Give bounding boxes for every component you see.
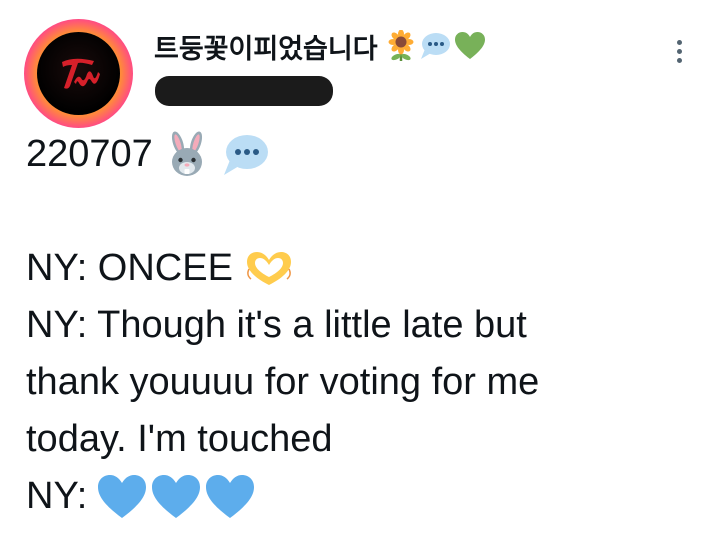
blue-heart-icon	[152, 474, 201, 518]
tweet-line-2: NY: ONCEE	[26, 240, 706, 297]
sunflower-icon	[388, 30, 414, 61]
tweet-line-6-text: NY:	[26, 475, 88, 517]
blue-heart-icon	[206, 474, 255, 518]
more-dot-icon	[676, 39, 682, 45]
tweet-line-4-text: thank youuuu for voting for me	[26, 361, 540, 403]
tweet-line-5: today. I'm touched	[26, 411, 706, 468]
tweet-text: 220707 NY: ONCEE NY: Though it's a littl…	[26, 126, 706, 525]
tweet-line-3: NY: Though it's a little late but	[26, 297, 706, 354]
tweet-line-4: thank youuuu for voting for me	[26, 354, 706, 411]
avatar[interactable]	[24, 19, 133, 128]
green-heart-icon	[454, 32, 485, 59]
tweet-line-3-text: NY: Though it's a little late but	[26, 304, 527, 346]
handle-redaction	[155, 76, 333, 106]
twice-logo-icon	[37, 32, 120, 115]
speech-bubble-icon	[420, 33, 450, 59]
more-dot-icon	[676, 57, 682, 63]
tweet-line-6: NY:	[26, 468, 706, 525]
more-options-button[interactable]	[668, 36, 690, 66]
speech-bubble-icon	[223, 134, 268, 175]
rabbit-face-icon	[171, 130, 202, 176]
tweet-date: 220707	[26, 133, 153, 175]
author-name-row[interactable]: 트둥꽃이피었습니다	[154, 28, 486, 64]
tweet-line-5-text: today. I'm touched	[26, 418, 333, 460]
tweet-line-1: 220707	[26, 126, 706, 183]
more-dot-icon	[676, 48, 682, 54]
heart-hands-icon	[246, 251, 291, 285]
tweet-line-2-text: NY: ONCEE	[26, 247, 233, 289]
name-emojis	[386, 30, 486, 62]
display-name[interactable]: 트둥꽃이피었습니다	[154, 27, 378, 66]
blue-heart-icon	[98, 474, 147, 518]
